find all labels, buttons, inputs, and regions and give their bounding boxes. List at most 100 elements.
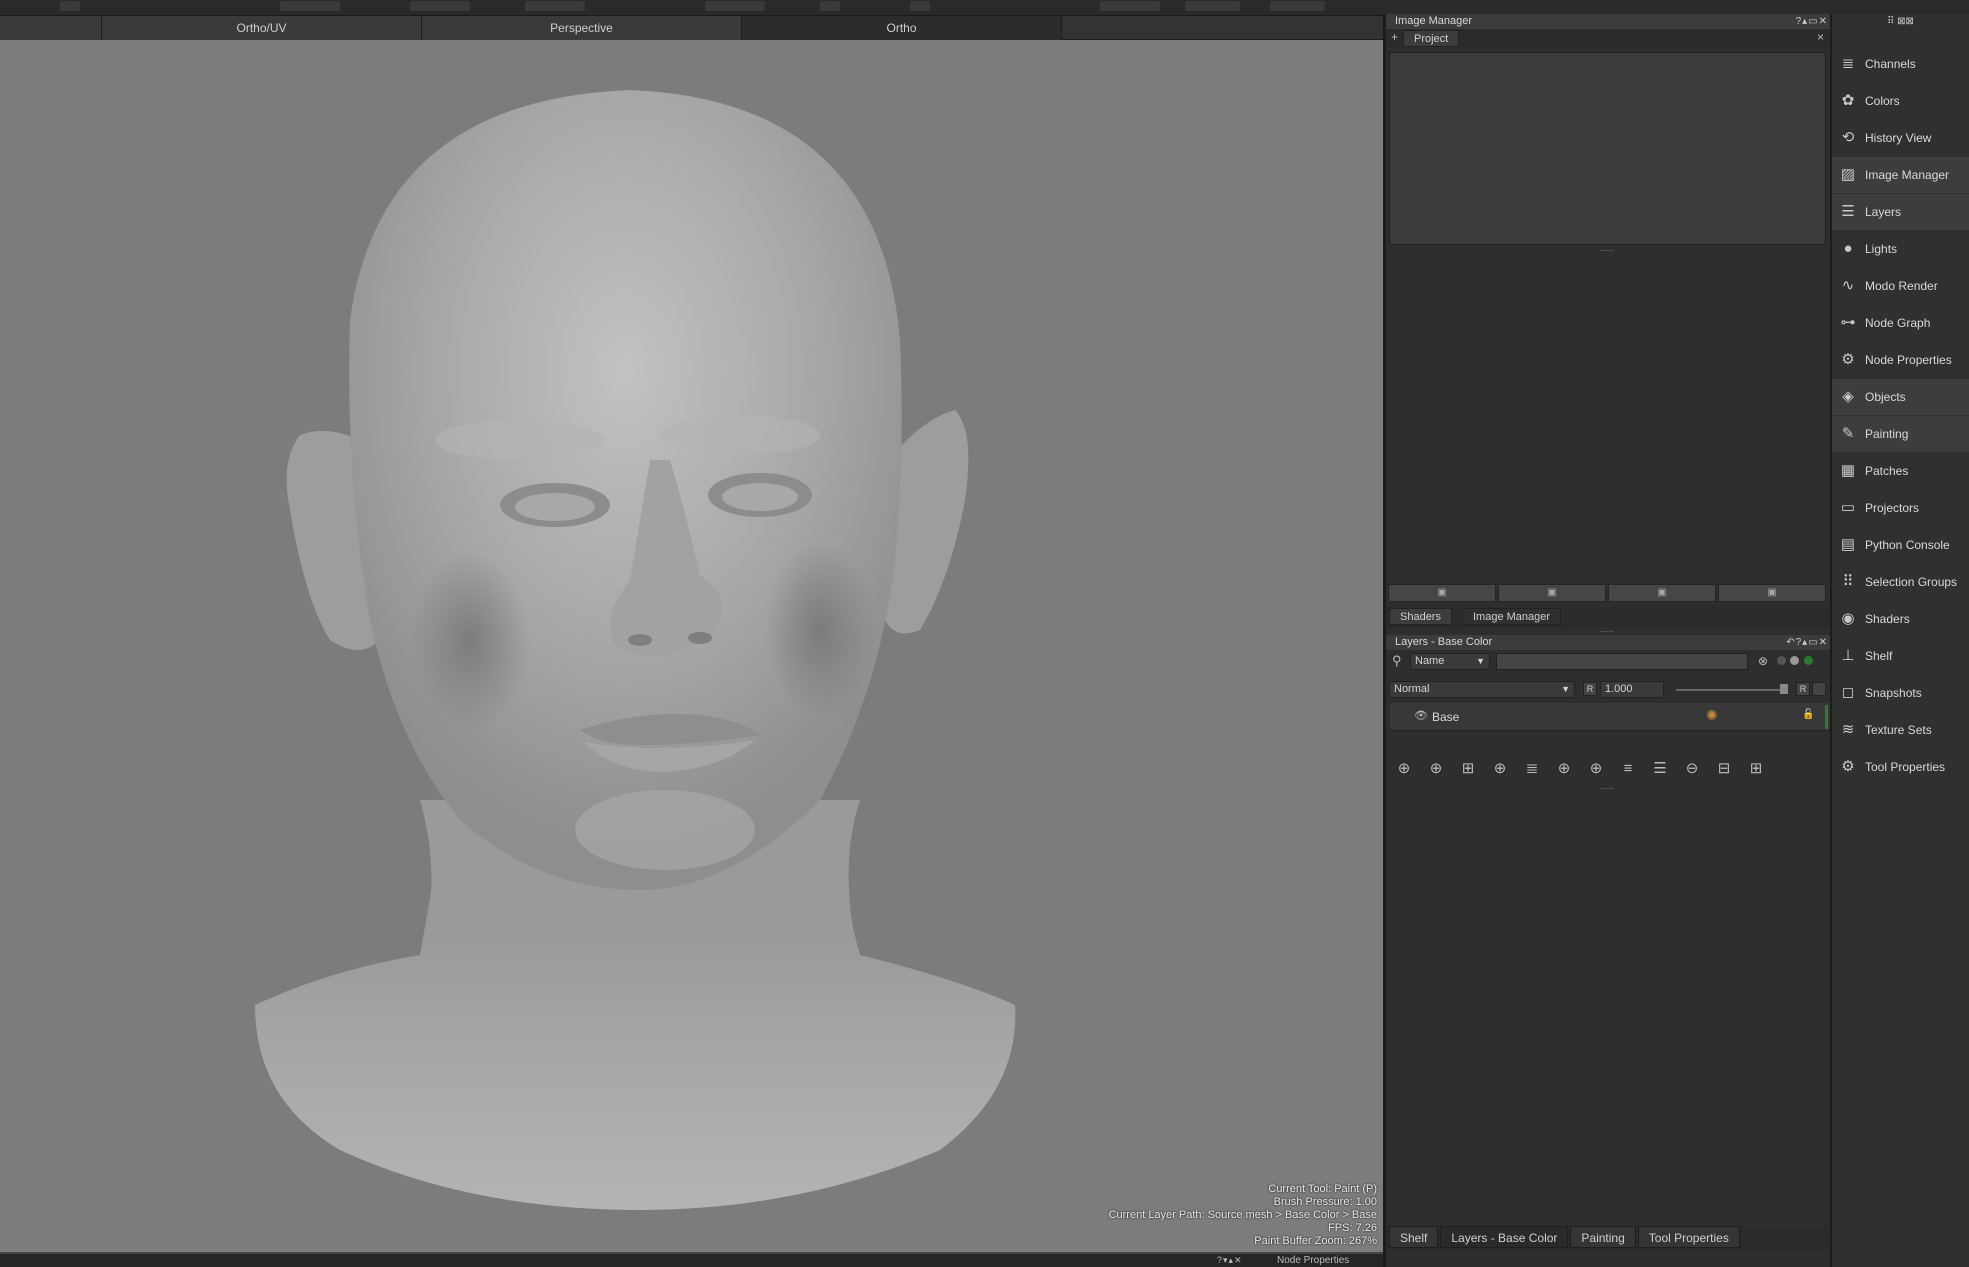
tab-tool-properties[interactable]: Tool Properties xyxy=(1637,1226,1740,1248)
sidebar-item-snapshots[interactable]: ◻ Snapshots xyxy=(1832,675,1969,711)
toolbar-button[interactable] xyxy=(910,1,930,11)
toolbar-button[interactable] xyxy=(280,1,340,11)
sidebar-item-label: History View xyxy=(1865,131,1932,145)
sidebar-item-projectors[interactable]: ▭ Projectors xyxy=(1832,490,1969,526)
tab-project[interactable]: Project xyxy=(1403,30,1460,47)
toggle-dot-icon[interactable] xyxy=(1790,656,1799,665)
opacity-slider-handle[interactable] xyxy=(1780,684,1788,694)
tab-layers-base-color[interactable]: Layers - Base Color xyxy=(1440,1226,1569,1248)
list-icon[interactable]: ☰ xyxy=(1648,759,1672,779)
image-manager-icon: ▨ xyxy=(1840,166,1856,183)
toolbar-button[interactable] xyxy=(1100,1,1160,11)
toolbar-button[interactable] xyxy=(525,1,585,11)
add-mask-stack-icon[interactable]: ⊕ xyxy=(1552,759,1576,779)
tab-shelf[interactable]: Shelf xyxy=(1389,1226,1439,1248)
tab-perspective[interactable]: Perspective xyxy=(422,16,742,40)
panel-controls[interactable]: ?▴▭✕ xyxy=(1796,14,1828,29)
add-folder-icon[interactable]: ⊕ xyxy=(1584,759,1608,779)
light-bulb-icon: ● xyxy=(1843,240,1853,257)
filter-select[interactable]: Name ▼ xyxy=(1410,653,1490,670)
image-manager-button[interactable]: ▣ xyxy=(1608,584,1716,602)
tab-painting[interactable]: Painting xyxy=(1570,1226,1636,1248)
add-adjustment-icon[interactable]: ⊕ xyxy=(1488,759,1512,779)
toolbar-button[interactable] xyxy=(410,1,470,11)
blend-row: Normal ▼ R 1.000 R xyxy=(1386,679,1830,701)
add-tab-icon[interactable]: + xyxy=(1391,30,1398,44)
tab-shaders[interactable]: Shaders xyxy=(1389,608,1452,625)
lock-icon[interactable]: 🔓 xyxy=(1802,709,1814,720)
modo-render-icon: ∿ xyxy=(1841,277,1855,294)
sidebar-controls[interactable]: ⠿ ⊠⊠ xyxy=(1832,14,1969,46)
toolbar-button[interactable] xyxy=(705,1,765,11)
image-manager-content[interactable] xyxy=(1389,52,1826,245)
reset-opacity-button[interactable]: R xyxy=(1796,682,1810,696)
viewport-hud: Current Tool: Paint (P) Brush Pressure: … xyxy=(1109,1183,1377,1248)
sidebar-item-node-properties[interactable]: ⚙ Node Properties xyxy=(1832,342,1969,378)
sidebar-item-label: Selection Groups xyxy=(1865,575,1958,589)
add-paint-layer-icon[interactable]: ⊕ xyxy=(1392,759,1416,779)
eye-icon[interactable]: 👁 xyxy=(1414,709,1428,722)
grid-icon[interactable]: ⊞ xyxy=(1744,759,1768,779)
sidebar-item-shaders[interactable]: ◉ Shaders xyxy=(1832,601,1969,637)
panel-controls[interactable]: ↶?▴▭✕ xyxy=(1786,635,1828,650)
sidebar-item-objects[interactable]: ◈ Objects xyxy=(1832,379,1969,415)
align-icon[interactable]: ≡ xyxy=(1616,759,1640,779)
sidebar-item-label: Shaders xyxy=(1865,612,1910,626)
panel-controls[interactable]: ?▾▴✕ xyxy=(1217,1255,1243,1266)
sidebar-item-node-graph[interactable]: ⊶ Node Graph xyxy=(1832,305,1969,341)
layers-search-input[interactable] xyxy=(1496,653,1748,670)
close-icon[interactable]: × xyxy=(1817,30,1824,44)
viewport-canvas[interactable]: Current Tool: Paint (P) Brush Pressure: … xyxy=(0,40,1383,1252)
status-dot-icon[interactable] xyxy=(1804,656,1813,665)
sidebar-item-tool-properties[interactable]: ⚙ Tool Properties xyxy=(1832,749,1969,785)
clear-search-icon[interactable]: ⊗ xyxy=(1758,654,1768,668)
tab-ortho[interactable]: Ortho xyxy=(742,16,1062,40)
sidebar-item-patches[interactable]: ▦ Patches xyxy=(1832,453,1969,489)
sidebar-item-history-view[interactable]: ⟲ History View xyxy=(1832,120,1969,156)
toolbar-button[interactable] xyxy=(60,1,80,11)
node-properties-header[interactable]: Node Properties xyxy=(1277,1255,1349,1266)
toolbar-button[interactable] xyxy=(1185,1,1240,11)
add-procedural-layer-icon[interactable]: ⊕ xyxy=(1424,759,1448,779)
splitter-grip[interactable]: ...... xyxy=(1600,782,1613,791)
tab-blank[interactable] xyxy=(0,16,102,40)
blend-mode-value: Normal xyxy=(1394,683,1430,695)
toggle-dot-icon[interactable] xyxy=(1777,656,1786,665)
reset-blend-button[interactable]: R xyxy=(1583,682,1597,696)
sidebar-item-modo-render[interactable]: ∿ Modo Render xyxy=(1832,268,1969,304)
sidebar-item-selection-groups[interactable]: ⠿ Selection Groups xyxy=(1832,564,1969,600)
lock-toggle[interactable] xyxy=(1812,682,1826,696)
sidebar-item-lights[interactable]: ● Lights xyxy=(1832,231,1969,267)
layers-title: Layers - Base Color xyxy=(1395,636,1493,648)
sidebar-item-colors[interactable]: ✿ Colors xyxy=(1832,83,1969,119)
splitter-grip[interactable]: ...... xyxy=(1600,625,1613,634)
sidebar-item-texture-sets[interactable]: ≋ Texture Sets xyxy=(1832,712,1969,748)
tab-ortho-uv[interactable]: Ortho/UV xyxy=(102,16,422,40)
chevron-down-icon: ▼ xyxy=(1561,684,1570,694)
toolbar-button[interactable] xyxy=(820,1,840,11)
layer-row[interactable]: 👁 Base ✺ 🔓 xyxy=(1390,703,1830,731)
sidebar-item-painting[interactable]: ✎ Painting xyxy=(1832,416,1969,452)
tab-image-manager[interactable]: Image Manager xyxy=(1462,608,1562,625)
image-manager-title: Image Manager xyxy=(1395,15,1473,27)
image-manager-button[interactable]: ▣ xyxy=(1718,584,1826,602)
blend-mode-select[interactable]: Normal ▼ xyxy=(1389,681,1575,698)
add-mask-icon[interactable]: ≣ xyxy=(1520,759,1544,779)
sidebar-item-image-manager[interactable]: ▨ Image Manager xyxy=(1832,157,1969,193)
image-manager-button[interactable]: ▣ xyxy=(1498,584,1606,602)
opacity-input[interactable]: 1.000 xyxy=(1600,681,1664,698)
top-toolbar xyxy=(0,0,1383,16)
sidebar-item-python-console[interactable]: ▤ Python Console xyxy=(1832,527,1969,563)
add-layer-group-icon[interactable]: ⊞ xyxy=(1456,759,1480,779)
flatten-icon[interactable]: ⊟ xyxy=(1712,759,1736,779)
remove-layer-icon[interactable]: ⊖ xyxy=(1680,759,1704,779)
toolbar-button[interactable] xyxy=(1270,1,1325,11)
opacity-slider[interactable] xyxy=(1676,689,1784,691)
sidebar-item-shelf[interactable]: ⊥ Shelf xyxy=(1832,638,1969,674)
sidebar-item-layers[interactable]: ☰ Layers xyxy=(1832,194,1969,230)
hud-fps: FPS: 7.26 xyxy=(1328,1222,1377,1234)
sidebar-item-channels[interactable]: ≣ Channels xyxy=(1832,46,1969,82)
splitter-grip[interactable]: ...... xyxy=(1600,244,1613,253)
sidebar-item-label: Layers xyxy=(1865,205,1902,219)
image-manager-button[interactable]: ▣ xyxy=(1388,584,1496,602)
